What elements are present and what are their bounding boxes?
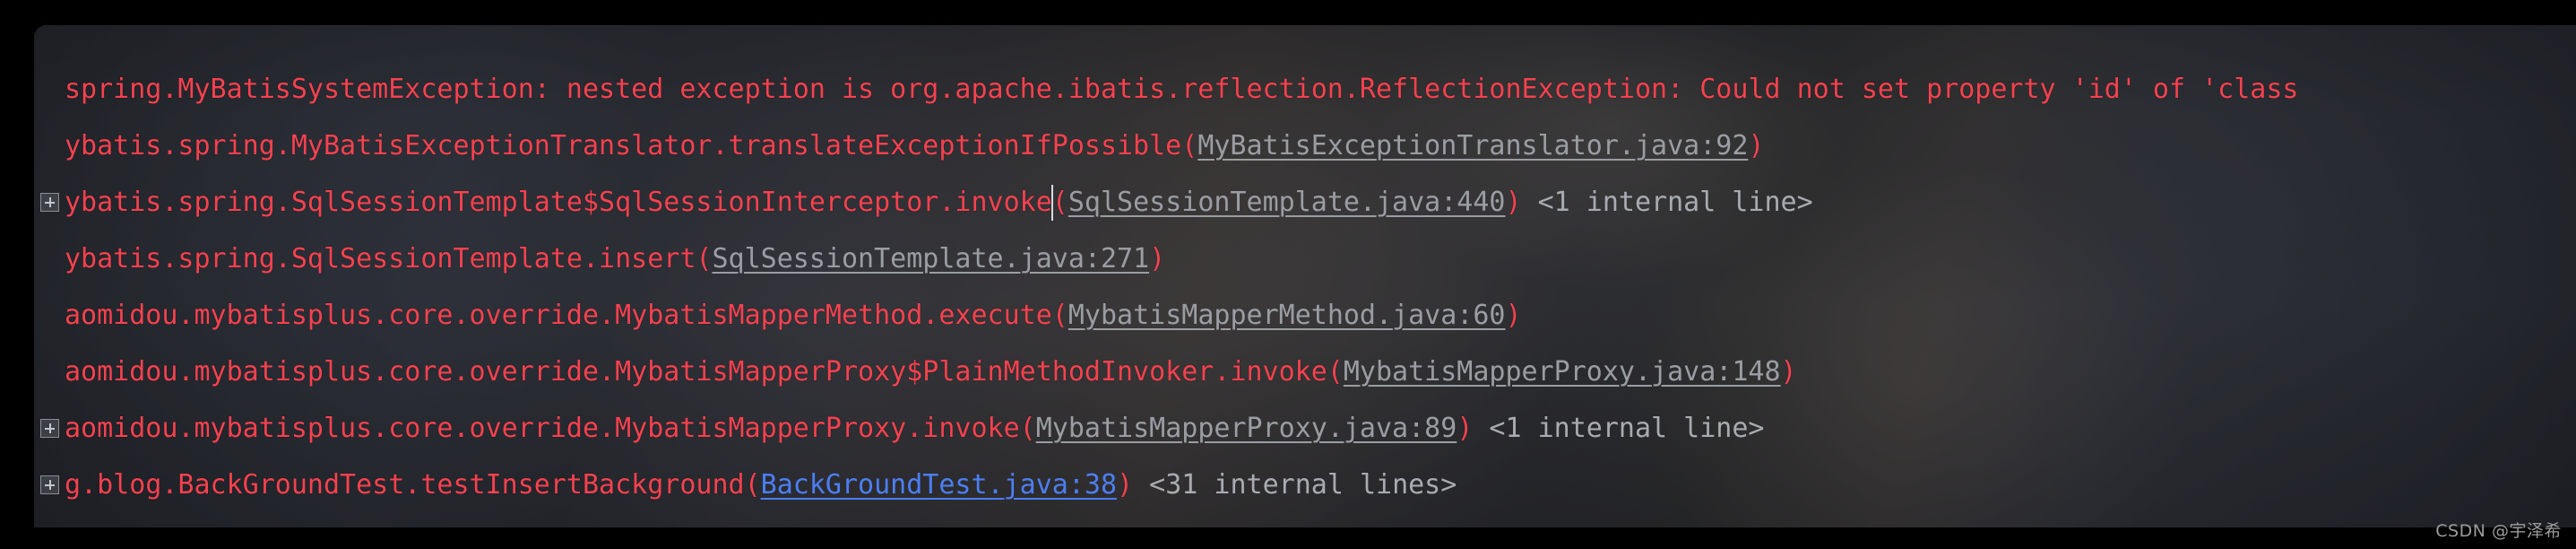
stack-trace-line-text: aomidou.mybatisplus.core.override.Mybati… [34, 400, 1764, 457]
internal-lines-note: <31 internal lines> [1133, 469, 1457, 501]
stack-trace-line-text: aomidou.mybatisplus.core.override.Mybati… [34, 287, 1522, 344]
stack-trace-line[interactable]: aomidou.mybatisplus.core.override.Mybati… [34, 344, 2576, 400]
stack-trace-line-text: aomidou.mybatisplus.core.override.Mybati… [34, 344, 1797, 400]
internal-lines-note: <1 internal line> [1473, 413, 1765, 444]
stack-trace-line-text: g.blog.BackGroundTest.testInsertBackgrou… [34, 457, 1457, 513]
csdn-watermark: CSDN @宇泽希 [2435, 521, 2562, 541]
stack-trace-line[interactable]: aomidou.mybatisplus.core.override.Mybati… [34, 287, 2576, 344]
source-link[interactable]: MybatisMapperMethod.java:60 [1068, 300, 1506, 331]
exception-text: ) [1117, 469, 1134, 501]
exception-text: ) [1457, 413, 1474, 444]
source-link[interactable]: MybatisMapperProxy.java:89 [1036, 413, 1457, 444]
stack-trace-line-text: spring.MyBatisSystemException: nested ex… [34, 61, 2299, 118]
stack-trace-line[interactable]: g.blog.BackGroundTest.testInsertBackgrou… [34, 457, 2576, 513]
exception-text: ) [1748, 130, 1765, 161]
run-console-panel[interactable]: spring.MyBatisSystemException: nested ex… [34, 25, 2576, 527]
source-link[interactable]: MyBatisExceptionTranslator.java:92 [1197, 130, 1748, 161]
source-link[interactable]: BackGroundTest.java:38 [761, 469, 1117, 501]
stack-trace-line[interactable]: spring.MyBatisSystemException: nested ex… [34, 61, 2576, 118]
stack-trace-line-text: ybatis.spring.SqlSessionTemplate.insert(… [34, 231, 1165, 287]
stack-trace-line[interactable]: ybatis.spring.SqlSessionTemplate.insert(… [34, 231, 2576, 287]
exception-text: ) [1780, 356, 1797, 388]
screenshot-root: spring.MyBatisSystemException: nested ex… [0, 0, 2576, 549]
exception-text: g.blog.BackGroundTest.testInsertBackgrou… [65, 469, 761, 501]
exception-text: aomidou.mybatisplus.core.override.Mybati… [65, 413, 1036, 444]
internal-lines-note: <1 internal line> [1521, 187, 1813, 218]
source-link[interactable]: SqlSessionTemplate.java:440 [1068, 187, 1506, 218]
stack-trace-line[interactable]: ybatis.spring.SqlSessionTemplate$SqlSess… [34, 174, 2576, 231]
exception-text: ) [1149, 243, 1166, 274]
stack-trace-line-text: ybatis.spring.SqlSessionTemplate$SqlSess… [34, 174, 1813, 231]
exception-text: ) [1505, 187, 1522, 218]
text-caret [1051, 185, 1054, 221]
exception-text: ybatis.spring.SqlSessionTemplate$SqlSess… [65, 187, 1068, 218]
stack-trace-output[interactable]: spring.MyBatisSystemException: nested ex… [34, 25, 2576, 527]
exception-text: ) [1505, 300, 1522, 331]
stack-trace-line[interactable]: aomidou.mybatisplus.core.override.Mybati… [34, 400, 2576, 457]
exception-text: spring.MyBatisSystemException: nested ex… [65, 74, 2299, 105]
source-link[interactable]: MybatisMapperProxy.java:148 [1344, 356, 1781, 388]
exception-text: aomidou.mybatisplus.core.override.Mybati… [65, 356, 1344, 388]
stack-trace-line-text: ybatis.spring.MyBatisExceptionTranslator… [34, 118, 1764, 174]
exception-text: ybatis.spring.MyBatisExceptionTranslator… [65, 130, 1198, 161]
exception-text: ybatis.spring.SqlSessionTemplate.insert( [65, 243, 713, 274]
exception-text: aomidou.mybatisplus.core.override.Mybati… [65, 300, 1068, 331]
source-link[interactable]: SqlSessionTemplate.java:271 [712, 243, 1149, 274]
stack-trace-line[interactable]: ybatis.spring.MyBatisExceptionTranslator… [34, 118, 2576, 174]
